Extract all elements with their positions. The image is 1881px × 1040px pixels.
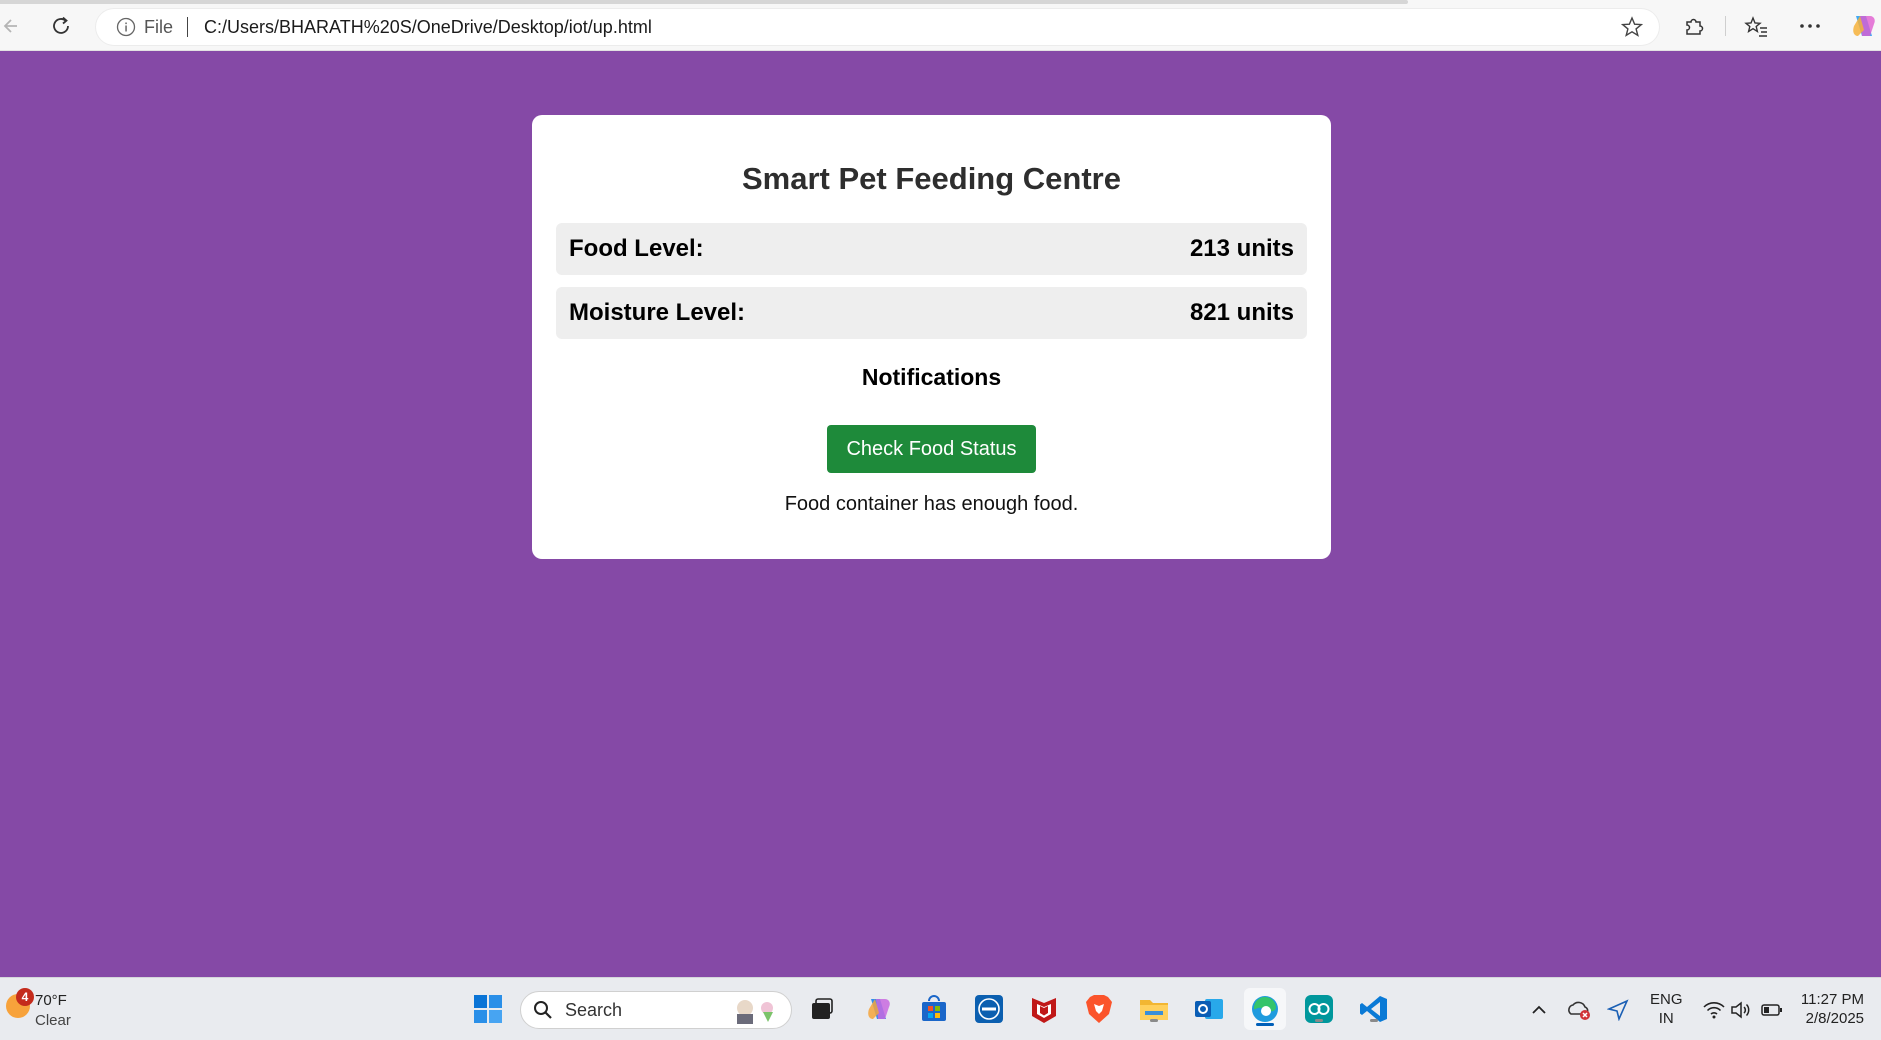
task-view-button[interactable] — [805, 992, 839, 1026]
store-button[interactable] — [917, 992, 951, 1026]
dell-icon — [975, 995, 1003, 1023]
location-arrow-icon — [1607, 999, 1629, 1021]
clock-date: 2/8/2025 — [1805, 1010, 1864, 1027]
file-explorer-button[interactable] — [1137, 992, 1171, 1026]
search-icon — [534, 1001, 552, 1019]
start-button[interactable] — [471, 992, 505, 1026]
weather-temperature: 70°F — [35, 992, 67, 1009]
mcafee-button[interactable] — [1027, 992, 1061, 1026]
battery-button[interactable] — [1758, 996, 1786, 1024]
moisture-level-label: Moisture Level: — [569, 299, 746, 326]
weather-badge: 4 — [16, 988, 34, 1006]
page-title: Smart Pet Feeding Centre — [742, 161, 1121, 196]
volume-button[interactable] — [1727, 996, 1755, 1024]
taskbar: 4 70°F Clear Search ENG IN 11:27 PM 2/8/… — [0, 977, 1881, 1040]
extensions-button[interactable] — [1680, 12, 1708, 40]
copilot-icon — [1853, 16, 1875, 36]
chevron-up-icon — [1532, 1005, 1546, 1014]
site-info-label: File — [144, 16, 174, 37]
toolbar-separator — [1725, 16, 1726, 36]
status-message: Food container has enough food. — [784, 493, 1079, 515]
brave-button[interactable] — [1082, 992, 1116, 1026]
vscode-running-indicator — [1370, 1019, 1378, 1022]
dell-button[interactable] — [972, 992, 1006, 1026]
file-explorer-running-indicator — [1150, 1019, 1158, 1022]
speaker-icon — [1731, 1001, 1750, 1019]
copilot-app-icon — [868, 999, 890, 1019]
onedrive-status-button[interactable] — [1565, 996, 1593, 1024]
ellipsis-icon — [1800, 24, 1820, 28]
store-icon — [922, 995, 946, 1021]
taskbar-search[interactable]: Search — [520, 991, 792, 1029]
clock-time: 11:27 PM — [1800, 991, 1864, 1008]
favorites-button[interactable] — [1742, 12, 1770, 40]
address-bar[interactable]: File C:/Users/BHARATH%20S/OneDrive/Deskt… — [96, 9, 1659, 45]
back-button[interactable] — [0, 11, 24, 41]
language-code: ENG — [1650, 991, 1683, 1008]
location-button[interactable] — [1604, 996, 1632, 1024]
arduino-button[interactable] — [1302, 992, 1336, 1026]
edge-icon — [1252, 996, 1278, 1022]
notifications-heading: Notifications — [861, 364, 1002, 390]
weather-condition: Clear — [35, 1012, 71, 1029]
food-level-row: Food Level: 213 units — [556, 223, 1307, 275]
refresh-button[interactable] — [46, 11, 76, 41]
clock[interactable]: 11:27 PM 2/8/2025 — [1798, 990, 1864, 1028]
brave-icon — [1086, 995, 1112, 1023]
windows-start-icon — [474, 995, 502, 1023]
search-highlight-icon — [737, 1000, 773, 1024]
search-label: Search — [565, 999, 623, 1020]
arduino-running-indicator — [1315, 1019, 1323, 1022]
wifi-icon — [1703, 1002, 1725, 1019]
site-info-button[interactable]: File — [116, 17, 173, 38]
more-menu-button[interactable] — [1796, 12, 1824, 40]
food-level-label: Food Level: — [569, 235, 704, 262]
show-hidden-icons-button[interactable] — [1525, 996, 1553, 1024]
mcafee-icon — [1032, 998, 1056, 1023]
refresh-icon — [53, 16, 69, 34]
battery-icon — [1761, 1004, 1782, 1016]
button-container: Check Food Status — [556, 425, 1307, 473]
puzzle-icon — [1686, 18, 1704, 35]
task-view-icon — [812, 998, 833, 1019]
favorite-button[interactable] — [1620, 16, 1644, 43]
edge-button[interactable] — [1244, 988, 1286, 1030]
info-icon — [116, 17, 136, 37]
edge-active-indicator — [1256, 1023, 1274, 1026]
vscode-button[interactable] — [1357, 992, 1391, 1026]
moisture-level-row: Moisture Level: 821 units — [556, 287, 1307, 339]
moisture-level-value: 821 units — [1189, 299, 1294, 326]
outlook-button[interactable] — [1192, 992, 1226, 1026]
url-text[interactable]: C:/Users/BHARATH%20S/OneDrive/Desktop/io… — [204, 17, 652, 38]
browser-toolbar: File C:/Users/BHARATH%20S/OneDrive/Deskt… — [0, 0, 1881, 51]
check-food-status-button[interactable]: Check Food Status — [827, 425, 1036, 473]
wifi-button[interactable] — [1700, 996, 1728, 1024]
copilot-button[interactable] — [1850, 12, 1878, 40]
back-arrow-icon — [3, 19, 17, 33]
tab-strip-edge — [0, 0, 1408, 4]
address-separator — [187, 17, 189, 37]
onedrive-error-icon — [1568, 1001, 1590, 1020]
copilot-app-button[interactable] — [862, 992, 896, 1026]
favorites-list-icon — [1744, 16, 1767, 37]
weather-widget[interactable]: 4 70°F Clear — [6, 988, 96, 1032]
feeding-card: Smart Pet Feeding Centre Food Level: 213… — [532, 115, 1331, 559]
language-region: IN — [1658, 1010, 1674, 1027]
food-level-value: 213 units — [1189, 235, 1294, 262]
outlook-icon — [1195, 999, 1223, 1019]
language-indicator[interactable]: ENG IN — [1650, 990, 1683, 1028]
star-icon — [1620, 16, 1644, 37]
